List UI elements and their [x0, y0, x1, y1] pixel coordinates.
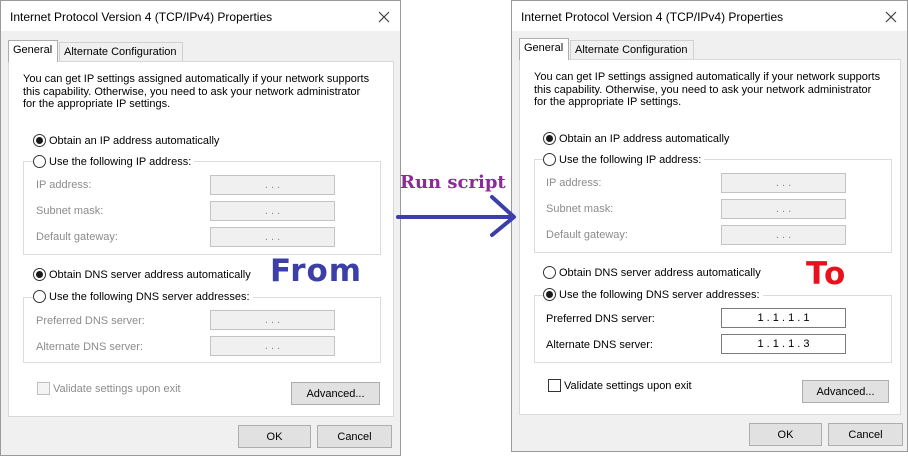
radio-button[interactable]: [543, 266, 556, 279]
ok-button[interactable]: OK: [749, 423, 822, 446]
advanced-button[interactable]: Advanced...: [291, 382, 380, 405]
title-bar: Internet Protocol Version 4 (TCP/IPv4) P…: [512, 1, 907, 31]
ip-manual-radio[interactable]: Use the following IP address:: [543, 153, 705, 166]
alternate-dns-label: Alternate DNS server:: [546, 339, 653, 351]
radio-button[interactable]: [33, 155, 46, 168]
dns-manual-radio[interactable]: Use the following DNS server addresses:: [543, 288, 763, 301]
ip-address-field[interactable]: . . .: [721, 173, 846, 193]
general-panel: You can get IP settings assigned automat…: [519, 59, 901, 415]
validate-settings-checkbox[interactable]: Validate settings upon exit: [548, 379, 692, 392]
radio-button-checked[interactable]: [33, 268, 46, 281]
preferred-dns-field[interactable]: . . .: [210, 310, 335, 330]
alternate-dns-label: Alternate DNS server:: [36, 341, 143, 353]
close-icon[interactable]: [374, 7, 394, 27]
checkbox[interactable]: [37, 382, 50, 395]
subnet-mask-label: Subnet mask:: [546, 203, 614, 215]
cancel-button[interactable]: Cancel: [317, 425, 392, 448]
run-script-label: Run script: [400, 172, 506, 193]
radio-button[interactable]: [543, 153, 556, 166]
ip-address-field[interactable]: . . .: [210, 175, 335, 195]
dns-auto-radio[interactable]: Obtain DNS server address automatically: [543, 266, 764, 279]
preferred-dns-field[interactable]: 1 . 1 . 1 . 1: [721, 308, 846, 328]
ip-auto-radio[interactable]: Obtain an IP address automatically: [33, 134, 223, 147]
dns-auto-radio[interactable]: Obtain DNS server address automatically: [33, 268, 254, 281]
tab-alternate-configuration[interactable]: Alternate Configuration: [59, 42, 183, 62]
preferred-dns-label: Preferred DNS server:: [36, 315, 145, 327]
window-title: Internet Protocol Version 4 (TCP/IPv4) P…: [521, 10, 784, 24]
close-icon[interactable]: [881, 7, 901, 27]
from-label: From: [270, 253, 363, 289]
validate-settings-checkbox[interactable]: Validate settings upon exit: [37, 382, 181, 395]
radio-button[interactable]: [33, 290, 46, 303]
subnet-mask-field[interactable]: . . .: [210, 201, 335, 221]
cancel-button[interactable]: Cancel: [828, 423, 903, 446]
default-gateway-field[interactable]: . . .: [721, 225, 846, 245]
ip-address-label: IP address:: [36, 179, 92, 191]
window-title: Internet Protocol Version 4 (TCP/IPv4) P…: [10, 10, 273, 24]
right-arrow-icon: [396, 195, 516, 237]
title-bar: Internet Protocol Version 4 (TCP/IPv4) P…: [1, 1, 400, 31]
radio-button-checked[interactable]: [543, 288, 556, 301]
default-gateway-label: Default gateway:: [36, 231, 118, 243]
alternate-dns-field[interactable]: 1 . 1 . 1 . 3: [721, 334, 846, 354]
to-label: To: [806, 256, 847, 292]
dialog-to: Internet Protocol Version 4 (TCP/IPv4) P…: [511, 0, 908, 452]
description-text: You can get IP settings assigned automat…: [23, 73, 370, 110]
dns-manual-radio[interactable]: Use the following DNS server addresses:: [33, 290, 253, 303]
ok-button[interactable]: OK: [238, 425, 311, 448]
tab-general[interactable]: General: [519, 38, 569, 60]
radio-button-checked[interactable]: [33, 134, 46, 147]
subnet-mask-label: Subnet mask:: [36, 205, 104, 217]
default-gateway-label: Default gateway:: [546, 229, 628, 241]
general-panel: You can get IP settings assigned automat…: [8, 61, 394, 417]
ip-manual-radio[interactable]: Use the following IP address:: [33, 155, 195, 168]
checkbox[interactable]: [548, 379, 561, 392]
description-text: You can get IP settings assigned automat…: [534, 71, 881, 108]
advanced-button[interactable]: Advanced...: [802, 380, 889, 403]
preferred-dns-label: Preferred DNS server:: [546, 313, 655, 325]
ip-address-label: IP address:: [546, 177, 602, 189]
tab-alternate-configuration[interactable]: Alternate Configuration: [570, 40, 694, 60]
dialog-from: Internet Protocol Version 4 (TCP/IPv4) P…: [0, 0, 401, 456]
default-gateway-field[interactable]: . . .: [210, 227, 335, 247]
radio-button-checked[interactable]: [543, 132, 556, 145]
subnet-mask-field[interactable]: . . .: [721, 199, 846, 219]
tab-general[interactable]: General: [8, 40, 58, 62]
ip-auto-radio[interactable]: Obtain an IP address automatically: [543, 132, 733, 145]
alternate-dns-field[interactable]: . . .: [210, 336, 335, 356]
